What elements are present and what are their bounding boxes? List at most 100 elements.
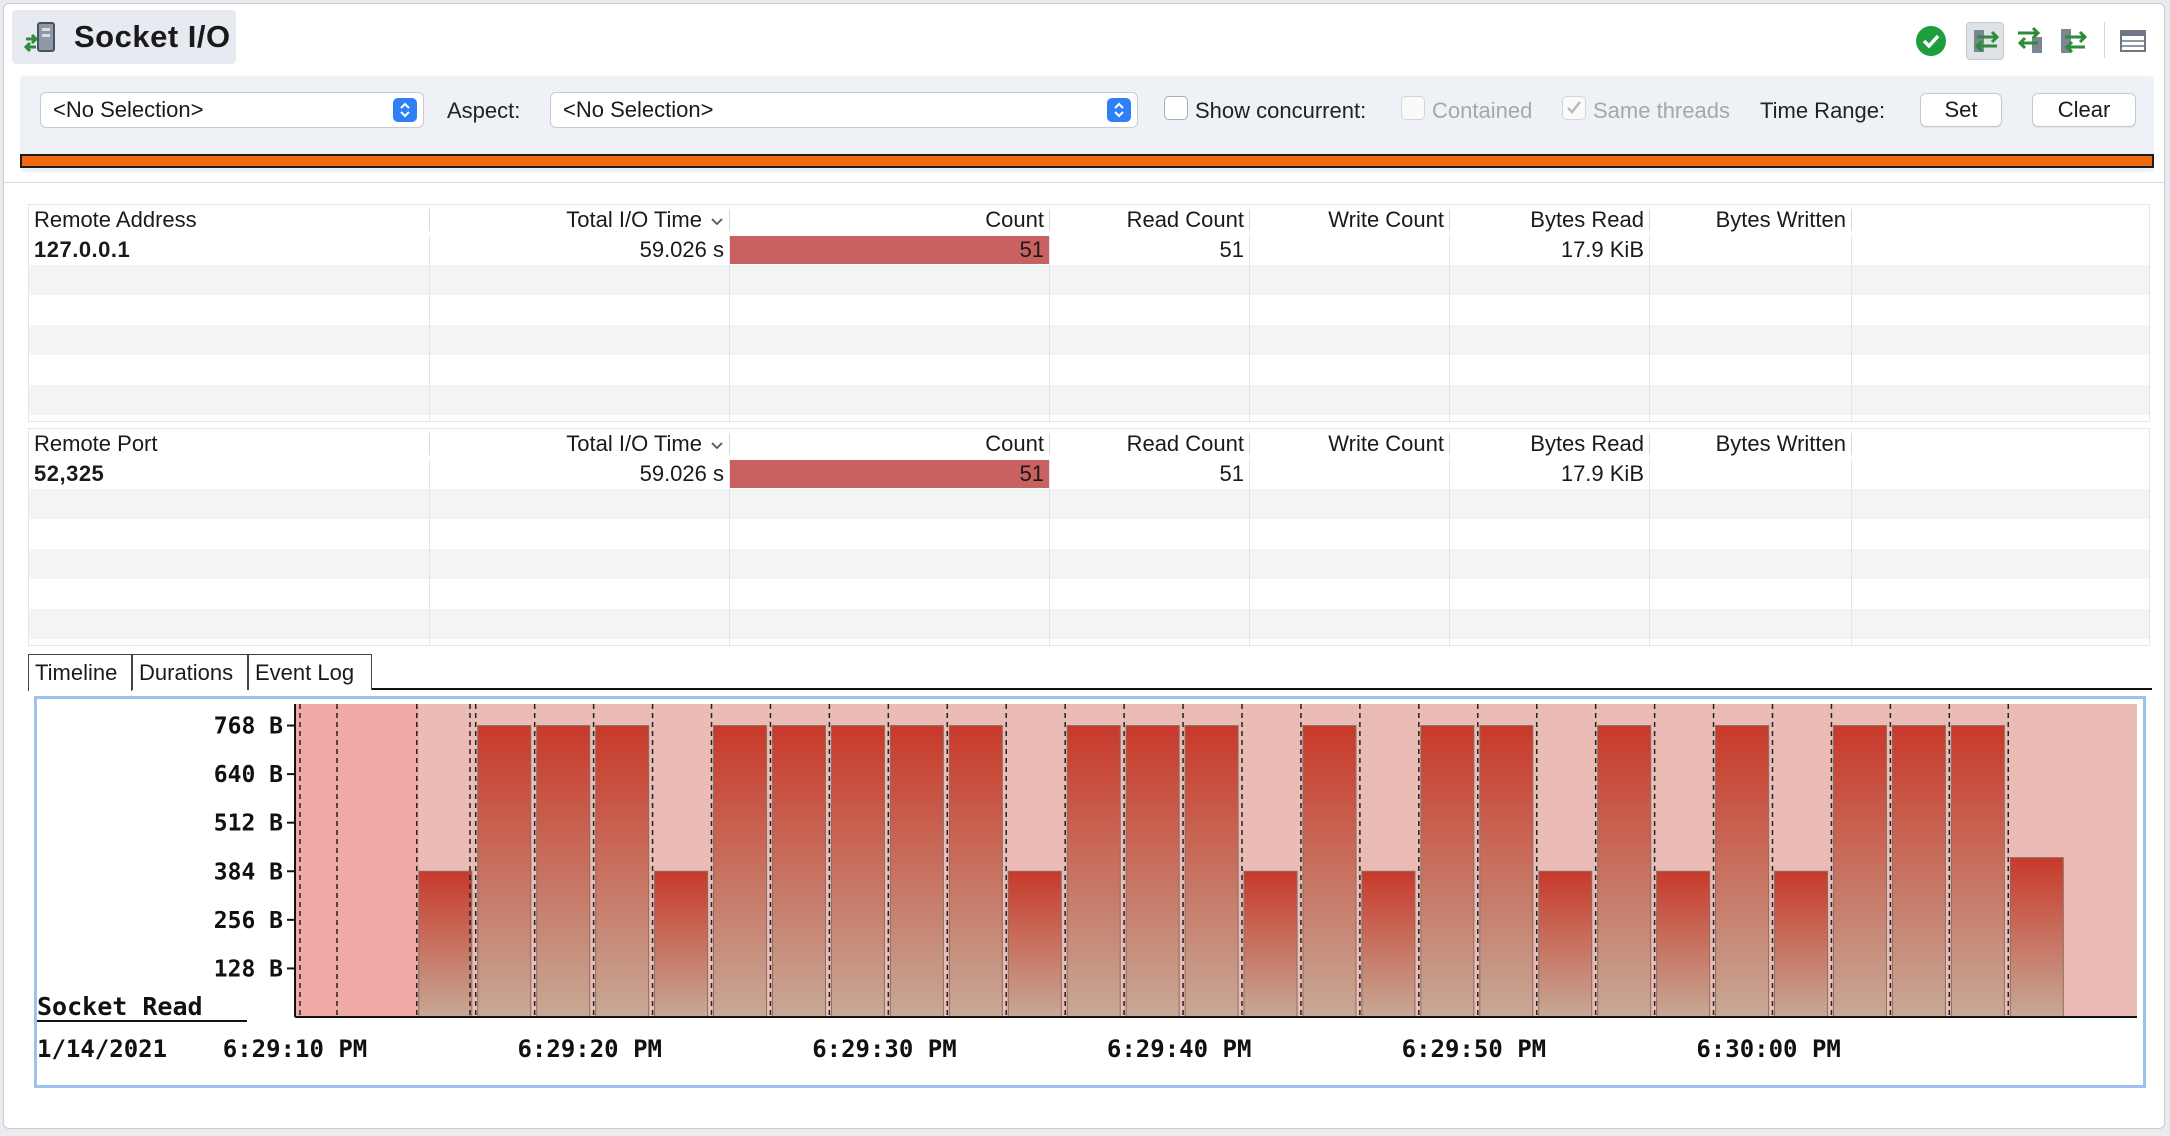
socket-read-bar [889, 725, 944, 1018]
set-time-range-button[interactable]: Set [1920, 93, 2002, 127]
socket-read-bar [654, 870, 709, 1018]
remote-address-table: Remote Address Total I/O Time Count Read… [28, 204, 2150, 422]
sort-descending-icon [711, 218, 723, 226]
col-header-write-count[interactable]: Write Count [1249, 429, 1449, 459]
y-tick-label: 256 B [214, 908, 283, 934]
checkmark-icon [1567, 101, 1581, 114]
empty-row [29, 609, 2149, 639]
chevron-updown-icon[interactable] [1107, 98, 1131, 122]
cell-total-io-time: 59.026 s [639, 237, 724, 262]
col-header-total-io-time-label: Total I/O Time [566, 207, 702, 232]
y-tick-label: 128 B [214, 956, 283, 982]
col-header-write-count[interactable]: Write Count [1249, 205, 1449, 235]
tab-event-log[interactable]: Event Log [248, 654, 372, 690]
col-header-read-count[interactable]: Read Count [1049, 205, 1249, 235]
cell-write-count [1249, 235, 1449, 265]
socket-read-bar [1479, 725, 1534, 1018]
x-tick-label: 6:29:20 PM [517, 1035, 662, 1063]
y-tick-label: 640 B [214, 762, 283, 788]
socket-read-bar [2009, 857, 2064, 1018]
col-header-total-io-time-label: Total I/O Time [566, 431, 702, 456]
empty-row [29, 355, 2149, 385]
y-tick-label: 768 B [214, 714, 283, 740]
socket-arrows-in-icon[interactable] [2011, 22, 2049, 60]
socket-arrows-out-icon[interactable] [2054, 22, 2092, 60]
socket-read-bar [536, 725, 591, 1018]
table-row[interactable]: 52,325 59.026 s 51 51 17.9 KiB [29, 459, 2149, 489]
socket-read-bar [1243, 870, 1298, 1018]
same-threads-checkbox[interactable] [1562, 96, 1586, 120]
y-tick-label: 512 B [214, 811, 283, 837]
sort-descending-icon [711, 442, 723, 450]
cell-bytes-written [1649, 459, 1851, 489]
aspect-combo[interactable]: <No Selection> [550, 92, 1138, 128]
time-range-selection-bar[interactable] [20, 154, 2154, 168]
timeline-chart[interactable]: 128 B 256 B 384 B 512 B 640 B 768 B 6:29:10 PM… [34, 696, 2146, 1088]
socket-read-bar [1715, 725, 1770, 1018]
col-header-remote-port[interactable]: Remote Port [29, 429, 429, 459]
socket-read-bar [1773, 870, 1829, 1018]
table-row[interactable]: 127.0.0.1 59.026 s 51 51 17.9 KiB [29, 235, 2149, 265]
section-divider [4, 182, 2164, 183]
empty-row [29, 325, 2149, 355]
toolbar-divider [2104, 22, 2105, 58]
timeline-chart-svg: 128 B 256 B 384 B 512 B 640 B 768 B 6:29:10 PM… [37, 704, 2137, 1063]
green-check-icon[interactable] [1912, 22, 1950, 60]
clear-time-range-button[interactable]: Clear [2032, 93, 2136, 127]
table-view-icon[interactable] [2114, 22, 2152, 60]
socket-read-bar [771, 725, 826, 1018]
socket-read-bar [1302, 725, 1357, 1018]
chevron-updown-icon[interactable] [393, 98, 417, 122]
socket-read-bar [1832, 725, 1887, 1018]
empty-row [29, 265, 2149, 295]
socket-read-bar [948, 725, 1003, 1018]
plot-background-band [295, 704, 419, 1017]
socket-read-bar [1184, 725, 1239, 1018]
tab-timeline[interactable]: Timeline [28, 654, 132, 691]
show-concurrent-label: Show concurrent: [1195, 98, 1367, 123]
col-header-bytes-read[interactable]: Bytes Read [1449, 205, 1649, 235]
table-header: Remote Port Total I/O Time Count Read Co… [29, 429, 2149, 459]
col-header-bytes-read[interactable]: Bytes Read [1449, 429, 1649, 459]
socket-read-bar [1891, 725, 1946, 1018]
empty-row [29, 489, 2149, 519]
col-header-remote-address[interactable]: Remote Address [29, 205, 429, 235]
col-header-read-count[interactable]: Read Count [1049, 429, 1249, 459]
col-header-total-io-time[interactable]: Total I/O Time [429, 205, 729, 235]
col-header-total-io-time[interactable]: Total I/O Time [429, 429, 729, 459]
cell-count: 51 [1019, 461, 1044, 486]
x-tick-label: 6:29:50 PM [1402, 1035, 1547, 1063]
cell-total-io-time: 59.026 s [639, 461, 724, 486]
contained-checkbox[interactable] [1401, 96, 1425, 120]
col-header-count[interactable]: Count [729, 205, 1049, 235]
x-tick-label: 6:30:00 PM [1696, 1035, 1841, 1063]
x-tick-label: 6:29:40 PM [1107, 1035, 1252, 1063]
time-range-label: Time Range: [1760, 98, 1886, 123]
table-header: Remote Address Total I/O Time Count Read… [29, 205, 2149, 235]
empty-row [29, 549, 2149, 579]
same-threads-label: Same threads [1593, 98, 1730, 123]
date-label: 1/14/2021 [37, 1035, 167, 1063]
show-concurrent-checkbox[interactable] [1164, 96, 1188, 120]
socket-arrows-icon[interactable] [1966, 22, 2004, 60]
socket-read-bar [1538, 870, 1593, 1018]
empty-row [29, 295, 2149, 325]
selection-combo[interactable]: <No Selection> [40, 92, 424, 128]
socket-read-bar [1066, 725, 1121, 1018]
col-header-bytes-written[interactable]: Bytes Written [1649, 429, 1851, 459]
cell-write-count [1249, 459, 1449, 489]
aspect-combo-value: <No Selection> [563, 97, 714, 122]
col-header-bytes-written[interactable]: Bytes Written [1649, 205, 1851, 235]
socket-io-panel: Socket I/O <No Selection> Aspect: <No Se [3, 3, 2165, 1129]
series-label: Socket Read [37, 992, 203, 1021]
cell-count: 51 [1019, 237, 1044, 262]
socket-io-icon [24, 22, 55, 53]
title-tab[interactable]: Socket I/O [12, 10, 236, 64]
cell-bytes-read: 17.9 KiB [1560, 461, 1644, 486]
selection-combo-value: <No Selection> [53, 97, 204, 122]
socket-read-bar [830, 725, 885, 1018]
col-header-count[interactable]: Count [729, 429, 1049, 459]
empty-row [29, 579, 2149, 609]
tab-durations[interactable]: Durations [132, 654, 248, 690]
remote-port-table: Remote Port Total I/O Time Count Read Co… [28, 428, 2150, 646]
